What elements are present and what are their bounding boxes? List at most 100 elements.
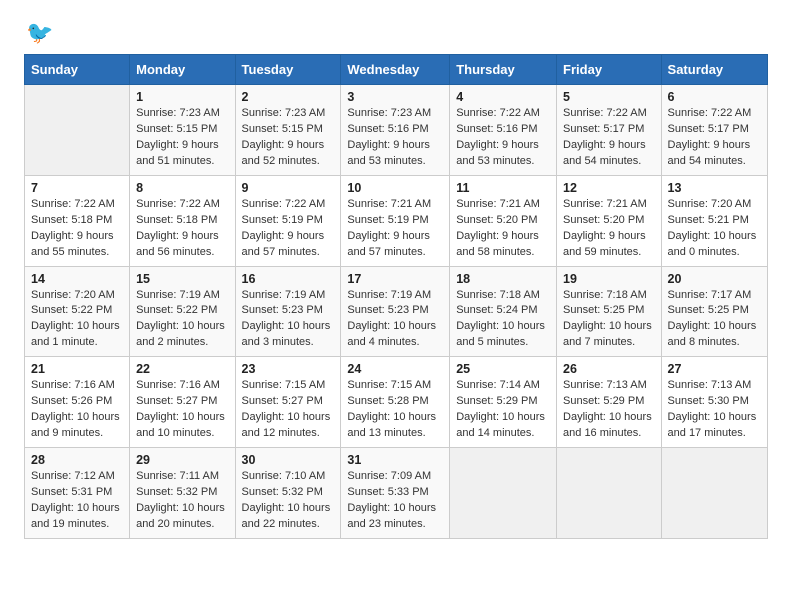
calendar-cell: 6 Sunrise: 7:22 AM Sunset: 5:17 PM Daylig… <box>661 85 767 176</box>
day-number: 13 <box>668 181 761 195</box>
day-number: 7 <box>31 181 123 195</box>
calendar-cell: 25 Sunrise: 7:14 AM Sunset: 5:29 PM Dayli… <box>450 357 557 448</box>
calendar-cell: 8Sunrise: 7:22 AM Sunset: 5:18 PM Daylig… <box>130 175 235 266</box>
day-info: Sunrise: 7:18 AM Sunset: 5:25 PM Dayligh… <box>563 288 655 352</box>
calendar-cell <box>25 85 130 176</box>
header-day-friday: Friday <box>557 55 662 85</box>
day-number: 11 <box>456 181 550 195</box>
day-info: Sunrise: 7:13 AM Sunset: 5:29 PM Dayligh… <box>563 378 655 442</box>
week-row-2: 7 Sunrise: 7:22 AM Sunset: 5:18 PM Daylig… <box>25 175 768 266</box>
calendar-cell: 20 Sunrise: 7:17 AM Sunset: 5:25 PM Dayli… <box>661 266 767 357</box>
day-number: 29 <box>136 453 228 467</box>
day-info: Sunrise: 7:22 AM Sunset: 5:19 PM Dayligh… <box>242 197 335 261</box>
day-info: Sunrise: 7:12 AM Sunset: 5:31 PM Dayligh… <box>31 469 123 533</box>
calendar-cell: 28 Sunrise: 7:12 AM Sunset: 5:31 PM Dayli… <box>25 448 130 539</box>
day-number: 4 <box>456 90 550 104</box>
header-day-tuesday: Tuesday <box>235 55 341 85</box>
calendar-cell: 21 Sunrise: 7:16 AM Sunset: 5:26 PM Dayli… <box>25 357 130 448</box>
day-number: 21 <box>31 362 123 376</box>
day-number: 26 <box>563 362 655 376</box>
day-info: Sunrise: 7:22 AM Sunset: 5:17 PM Dayligh… <box>668 106 761 170</box>
header-day-wednesday: Wednesday <box>341 55 450 85</box>
day-number: 1 <box>136 90 228 104</box>
day-number: 19 <box>563 272 655 286</box>
day-number: 18 <box>456 272 550 286</box>
day-number: 14 <box>31 272 123 286</box>
calendar-cell: 10Sunrise: 7:21 AM Sunset: 5:19 PM Dayli… <box>341 175 450 266</box>
day-number: 22 <box>136 362 228 376</box>
calendar-cell: 26 Sunrise: 7:13 AM Sunset: 5:29 PM Dayli… <box>557 357 662 448</box>
calendar-header: SundayMondayTuesdayWednesdayThursdayFrid… <box>25 55 768 85</box>
calendar-cell: 16 Sunrise: 7:19 AM Sunset: 5:23 PM Dayli… <box>235 266 341 357</box>
calendar-cell: 24 Sunrise: 7:15 AM Sunset: 5:28 PM Dayli… <box>341 357 450 448</box>
calendar-cell: 9 Sunrise: 7:22 AM Sunset: 5:19 PM Daylig… <box>235 175 341 266</box>
calendar-cell: 11Sunrise: 7:21 AM Sunset: 5:20 PM Dayli… <box>450 175 557 266</box>
day-info: Sunrise: 7:23 AM Sunset: 5:15 PM Dayligh… <box>242 106 335 170</box>
day-number: 28 <box>31 453 123 467</box>
day-info: Sunrise: 7:15 AM Sunset: 5:28 PM Dayligh… <box>347 378 443 442</box>
day-number: 9 <box>242 181 335 195</box>
header-day-thursday: Thursday <box>450 55 557 85</box>
calendar-cell: 15 Sunrise: 7:19 AM Sunset: 5:22 PM Dayli… <box>130 266 235 357</box>
day-number: 20 <box>668 272 761 286</box>
day-info: Sunrise: 7:20 AM Sunset: 5:22 PM Dayligh… <box>31 288 123 352</box>
calendar-cell: 29 Sunrise: 7:11 AM Sunset: 5:32 PM Dayli… <box>130 448 235 539</box>
calendar-cell: 18 Sunrise: 7:18 AM Sunset: 5:24 PM Dayli… <box>450 266 557 357</box>
day-number: 16 <box>242 272 335 286</box>
day-info: Sunrise: 7:17 AM Sunset: 5:25 PM Dayligh… <box>668 288 761 352</box>
day-number: 3 <box>347 90 443 104</box>
day-info: Sunrise: 7:22 AM Sunset: 5:18 PM Dayligh… <box>136 197 228 261</box>
day-number: 30 <box>242 453 335 467</box>
day-info: Sunrise: 7:18 AM Sunset: 5:24 PM Dayligh… <box>456 288 550 352</box>
day-number: 31 <box>347 453 443 467</box>
day-number: 15 <box>136 272 228 286</box>
calendar-cell: 3 Sunrise: 7:23 AM Sunset: 5:16 PM Daylig… <box>341 85 450 176</box>
day-info: Sunrise: 7:19 AM Sunset: 5:23 PM Dayligh… <box>242 288 335 352</box>
calendar-cell: 12Sunrise: 7:21 AM Sunset: 5:20 PM Dayli… <box>557 175 662 266</box>
header-day-monday: Monday <box>130 55 235 85</box>
day-info: Sunrise: 7:21 AM Sunset: 5:20 PM Dayligh… <box>563 197 655 261</box>
day-info: Sunrise: 7:16 AM Sunset: 5:27 PM Dayligh… <box>136 378 228 442</box>
calendar-cell: 31 Sunrise: 7:09 AM Sunset: 5:33 PM Dayli… <box>341 448 450 539</box>
day-info: Sunrise: 7:14 AM Sunset: 5:29 PM Dayligh… <box>456 378 550 442</box>
calendar-cell: 2 Sunrise: 7:23 AM Sunset: 5:15 PM Daylig… <box>235 85 341 176</box>
day-info: Sunrise: 7:19 AM Sunset: 5:23 PM Dayligh… <box>347 288 443 352</box>
day-info: Sunrise: 7:15 AM Sunset: 5:27 PM Dayligh… <box>242 378 335 442</box>
header-day-sunday: Sunday <box>25 55 130 85</box>
day-info: Sunrise: 7:22 AM Sunset: 5:16 PM Dayligh… <box>456 106 550 170</box>
day-number: 6 <box>668 90 761 104</box>
calendar-cell <box>661 448 767 539</box>
day-info: Sunrise: 7:11 AM Sunset: 5:32 PM Dayligh… <box>136 469 228 533</box>
week-row-1: 1 Sunrise: 7:23 AM Sunset: 5:15 PM Daylig… <box>25 85 768 176</box>
day-number: 10 <box>347 181 443 195</box>
day-info: Sunrise: 7:23 AM Sunset: 5:16 PM Dayligh… <box>347 106 443 170</box>
day-info: Sunrise: 7:19 AM Sunset: 5:22 PM Dayligh… <box>136 288 228 352</box>
day-info: Sunrise: 7:22 AM Sunset: 5:18 PM Dayligh… <box>31 197 123 261</box>
calendar-cell: 1 Sunrise: 7:23 AM Sunset: 5:15 PM Daylig… <box>130 85 235 176</box>
day-info: Sunrise: 7:16 AM Sunset: 5:26 PM Dayligh… <box>31 378 123 442</box>
calendar-cell: 4 Sunrise: 7:22 AM Sunset: 5:16 PM Daylig… <box>450 85 557 176</box>
day-number: 27 <box>668 362 761 376</box>
page-header: 🐦 <box>24 20 768 46</box>
calendar-cell: 7 Sunrise: 7:22 AM Sunset: 5:18 PM Daylig… <box>25 175 130 266</box>
day-number: 24 <box>347 362 443 376</box>
day-number: 23 <box>242 362 335 376</box>
calendar-cell: 13 Sunrise: 7:20 AM Sunset: 5:21 PM Dayli… <box>661 175 767 266</box>
day-number: 2 <box>242 90 335 104</box>
week-row-4: 21 Sunrise: 7:16 AM Sunset: 5:26 PM Dayli… <box>25 357 768 448</box>
calendar-cell: 19 Sunrise: 7:18 AM Sunset: 5:25 PM Dayli… <box>557 266 662 357</box>
week-row-3: 14 Sunrise: 7:20 AM Sunset: 5:22 PM Dayli… <box>25 266 768 357</box>
calendar-cell <box>557 448 662 539</box>
calendar-table: SundayMondayTuesdayWednesdayThursdayFrid… <box>24 54 768 539</box>
week-row-5: 28 Sunrise: 7:12 AM Sunset: 5:31 PM Dayli… <box>25 448 768 539</box>
day-number: 17 <box>347 272 443 286</box>
day-info: Sunrise: 7:20 AM Sunset: 5:21 PM Dayligh… <box>668 197 761 261</box>
logo-bird-icon: 🐦 <box>26 20 53 46</box>
day-number: 5 <box>563 90 655 104</box>
logo: 🐦 <box>24 20 53 46</box>
day-info: Sunrise: 7:23 AM Sunset: 5:15 PM Dayligh… <box>136 106 228 170</box>
day-number: 25 <box>456 362 550 376</box>
day-info: Sunrise: 7:09 AM Sunset: 5:33 PM Dayligh… <box>347 469 443 533</box>
calendar-cell: 5Sunrise: 7:22 AM Sunset: 5:17 PM Daylig… <box>557 85 662 176</box>
calendar-cell: 22 Sunrise: 7:16 AM Sunset: 5:27 PM Dayli… <box>130 357 235 448</box>
